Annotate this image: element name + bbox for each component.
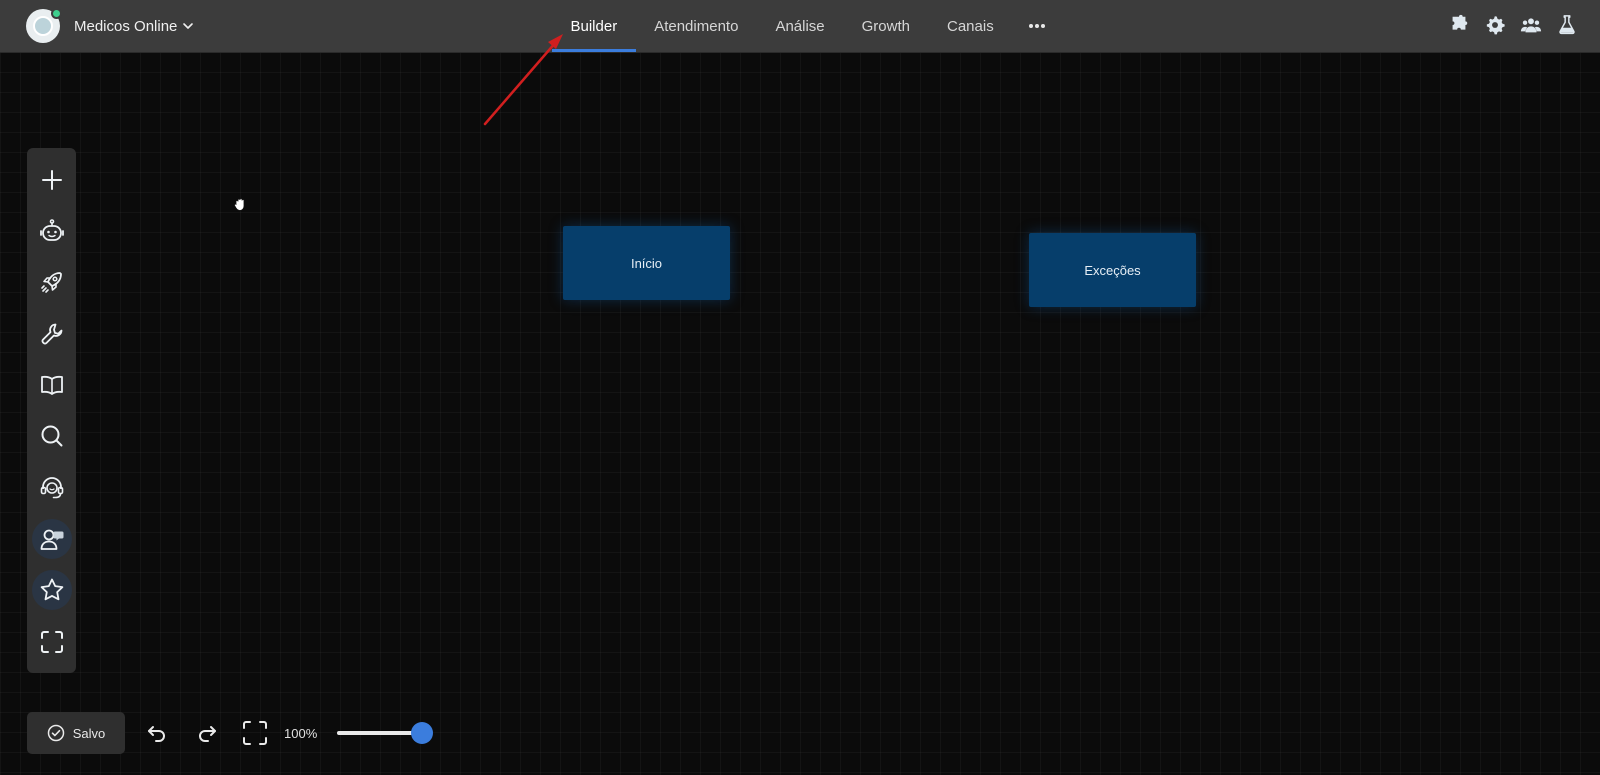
node-label: Início [630, 255, 663, 271]
flask-icon[interactable] [1556, 14, 1578, 36]
fullscreen-icon [243, 721, 267, 745]
saved-status-button[interactable]: Salvo [27, 712, 125, 754]
add-block-button[interactable] [32, 160, 72, 200]
check-circle-icon [47, 724, 64, 742]
more-horizontal-icon [1029, 24, 1046, 28]
bottom-controls: Salvo 100% [27, 712, 434, 754]
flow-node-inicio[interactable]: Início [563, 226, 730, 300]
fit-screen-button[interactable] [240, 718, 270, 748]
bot-icon [39, 219, 64, 242]
chevron-down-icon [183, 23, 194, 29]
contacts-button[interactable] [31, 519, 72, 559]
launch-button[interactable] [32, 263, 72, 303]
star-icon [40, 578, 63, 601]
flow-node-excecoes[interactable]: Exceções [1029, 233, 1196, 307]
main-nav: Builder Atendimento Análise Growth Canai… [552, 0, 1062, 52]
flow-canvas[interactable]: Início Exceções [0, 52, 1600, 775]
tab-label: Canais [947, 17, 994, 35]
tools-button[interactable] [32, 314, 72, 354]
tab-label: Atendimento [654, 17, 739, 35]
search-button[interactable] [32, 416, 72, 456]
tab-analise[interactable]: Análise [757, 0, 843, 52]
user-chat-icon [40, 529, 63, 550]
team-icon[interactable] [1520, 14, 1542, 36]
bot-button[interactable] [32, 211, 72, 251]
favorites-button[interactable] [31, 570, 72, 611]
undo-button[interactable] [142, 718, 172, 748]
left-toolbar [27, 148, 76, 673]
search-icon [41, 425, 62, 447]
puzzle-icon[interactable] [1448, 14, 1470, 36]
app-logo[interactable] [26, 8, 62, 43]
more-tabs-button[interactable] [1012, 0, 1062, 52]
book-icon [40, 375, 63, 395]
tab-growth[interactable]: Growth [843, 0, 928, 52]
undo-icon [148, 726, 165, 742]
top-bar: Medicos Online Builder Atendimento Análi… [0, 0, 1600, 52]
header-actions [1448, 14, 1578, 36]
tab-label: Growth [861, 17, 910, 35]
logo-mark [33, 16, 53, 36]
wrench-icon [41, 323, 62, 345]
gear-icon[interactable] [1484, 14, 1506, 36]
support-agent-icon [40, 476, 63, 498]
fit-view-button[interactable] [32, 622, 72, 662]
plus-icon [41, 169, 62, 190]
support-button[interactable] [32, 468, 72, 508]
zoom-slider[interactable] [337, 722, 434, 744]
tab-builder[interactable]: Builder [552, 0, 636, 52]
knowledge-button[interactable] [32, 365, 72, 405]
zoom-slider-thumb[interactable] [411, 722, 434, 744]
tab-label: Builder [570, 17, 618, 35]
node-label: Exceções [1084, 262, 1141, 278]
zoom-level: 100% [284, 725, 318, 741]
redo-icon [199, 726, 216, 742]
tab-label: Análise [775, 17, 825, 35]
workspace-name: Medicos Online [74, 17, 178, 35]
online-status-dot [51, 8, 62, 19]
workspace-selector[interactable]: Medicos Online [74, 14, 194, 38]
hand-cursor-icon [234, 198, 245, 211]
rocket-icon [40, 272, 62, 294]
tab-canais[interactable]: Canais [929, 0, 1013, 52]
saved-label: Salvo [72, 725, 106, 741]
fullscreen-icon [40, 630, 63, 653]
tab-atendimento[interactable]: Atendimento [636, 0, 757, 52]
redo-button[interactable] [192, 718, 222, 748]
